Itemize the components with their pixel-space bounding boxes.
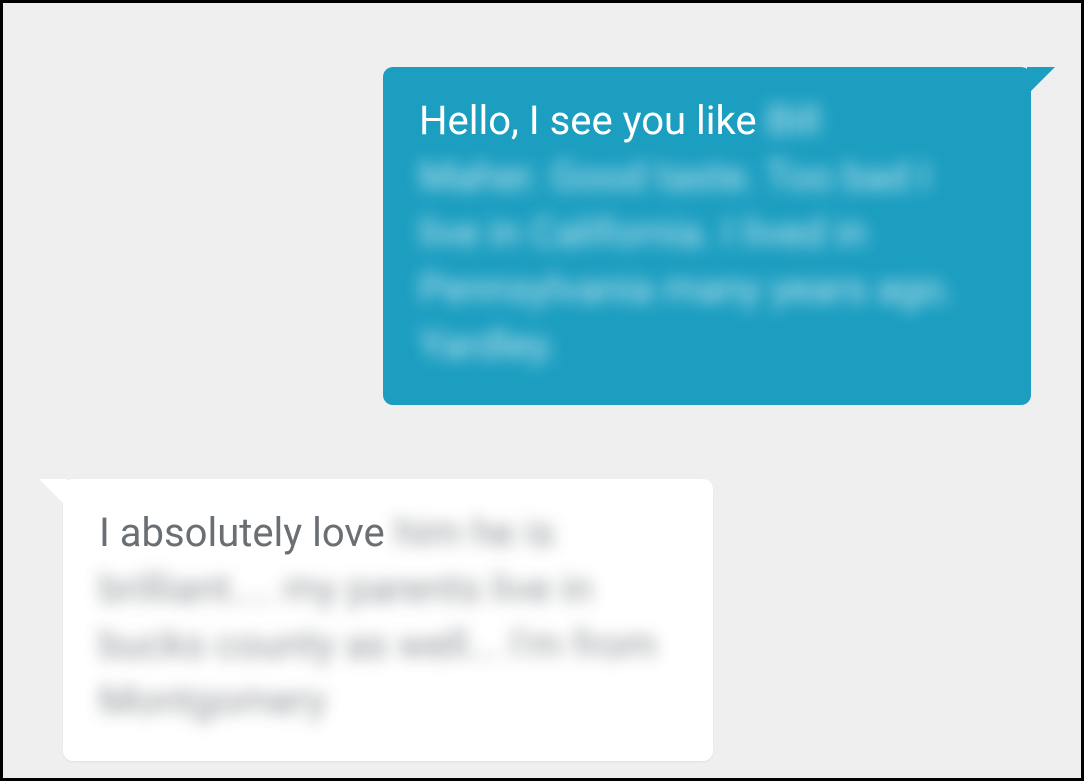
message-bubble-received[interactable]: I absolutely love him he is brilliant...… bbox=[63, 479, 713, 761]
message-bubble-sent[interactable]: Hello, I see you like Bill Maher. Good t… bbox=[383, 67, 1031, 405]
sent-message-visible-text: Hello, I see you like bbox=[419, 97, 766, 144]
received-message-redacted-inline: him he is bbox=[395, 509, 555, 556]
sent-message-redacted-block: Maher. Good taste. Too bad I live in Cal… bbox=[419, 149, 995, 373]
received-message-visible-text: I absolutely love bbox=[99, 509, 395, 556]
bubble-tail-icon bbox=[39, 479, 67, 507]
received-message-redacted-block: brilliant.... my parents live in bucks c… bbox=[99, 561, 677, 729]
chat-viewport: Hello, I see you like Bill Maher. Good t… bbox=[0, 0, 1084, 781]
bubble-tail-icon bbox=[1027, 67, 1055, 95]
sent-message-redacted-inline: Bill bbox=[766, 97, 820, 144]
